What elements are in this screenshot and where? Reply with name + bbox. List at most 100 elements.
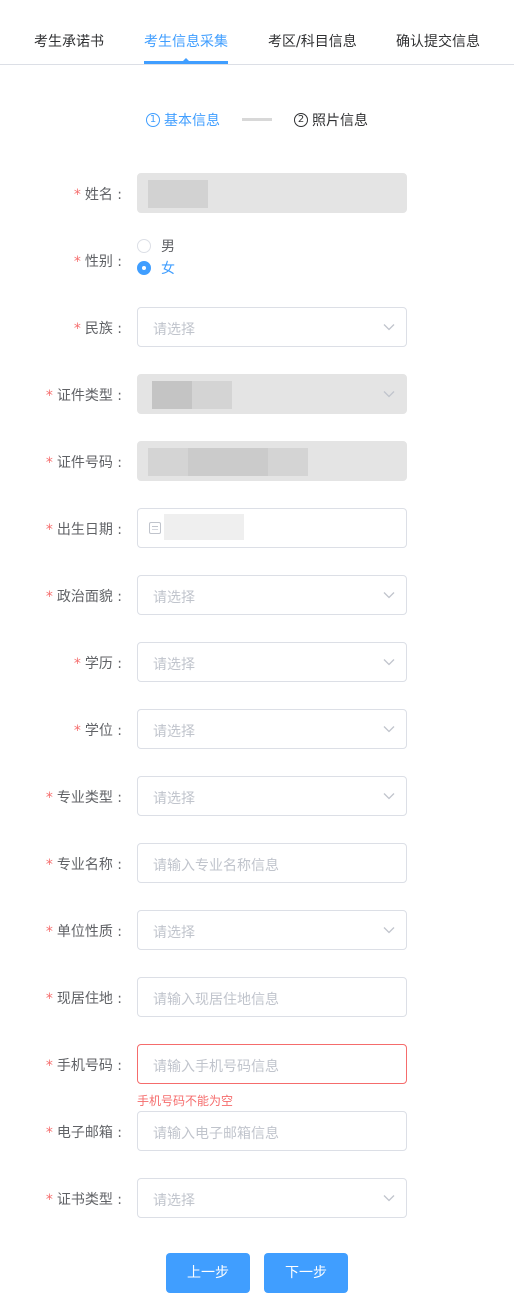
required-mark: * [73,656,81,672]
required-mark: * [45,1058,53,1074]
redacted-value [268,448,308,476]
chevron-down-icon [383,793,395,800]
chevron-down-icon [383,592,395,599]
required-mark: * [45,790,53,806]
redacted-value [152,381,192,409]
caret-up-icon [181,58,191,63]
radio-label: 男 [161,239,175,255]
label-text: 性别 : [84,254,122,270]
political-status-select[interactable]: 请选择 [137,575,407,615]
calendar-icon [149,522,161,534]
required-mark: * [45,991,53,1007]
chevron-down-icon [383,324,395,331]
radio-label: 女 [161,261,175,277]
radio-icon [137,239,151,253]
prev-step-button[interactable]: 上一步 [166,1253,250,1293]
required-mark: * [73,321,81,337]
phone-input[interactable]: 请输入手机号码信息 [137,1044,407,1084]
required-mark: * [45,388,53,404]
required-mark: * [45,924,53,940]
required-mark: * [45,1125,53,1141]
label-text: 政治面貌 : [56,589,122,605]
required-mark: * [73,254,81,270]
label-text: 学历 : [84,656,122,672]
radio-checked-icon [137,261,151,275]
label-text: 专业名称 : [56,857,122,873]
step-number: 1 [146,113,160,127]
tab-pledge[interactable]: 考生承诺书 [34,31,104,51]
address-label: * 现居住地 : [46,988,122,1008]
required-mark: * [45,857,53,873]
label-text: 证书类型 : [56,1192,122,1208]
chevron-down-icon [383,927,395,934]
required-mark: * [73,187,81,203]
label-text: 专业类型 : [56,790,122,806]
next-step-button[interactable]: 下一步 [264,1253,348,1293]
step-connector [242,118,272,121]
education-select[interactable]: 请选择 [137,642,407,682]
degree-select[interactable]: 请选择 [137,709,407,749]
tab-exam-area-subject[interactable]: 考区/科目信息 [268,31,357,51]
employer-type-select[interactable]: 请选择 [137,910,407,950]
name-label: * 姓名 : [74,184,122,204]
placeholder: 请选择 [153,791,195,807]
email-label: * 电子邮箱 : [46,1122,122,1142]
employer-type-label: * 单位性质 : [46,921,122,941]
tab-info-collection[interactable]: 考生信息采集 [144,31,228,51]
phone-error-message: 手机号码不能为空 [137,1094,234,1108]
major-type-select[interactable]: 请选择 [137,776,407,816]
label-text: 单位性质 : [56,924,122,940]
ethnicity-label: * 民族 : [74,318,122,338]
chevron-down-icon [383,1195,395,1202]
gender-radio-female[interactable]: 女 [137,259,175,277]
placeholder: 请选择 [153,657,195,673]
tab-confirm-submit[interactable]: 确认提交信息 [396,31,480,51]
redacted-value [188,448,268,476]
education-label: * 学历 : [74,653,122,673]
email-input[interactable]: 请输入电子邮箱信息 [137,1111,407,1151]
label-text: 姓名 : [84,187,122,203]
label-text: 证件类型 : [56,388,122,404]
certificate-type-label: * 证书类型 : [46,1189,122,1209]
placeholder: 请选择 [153,322,195,338]
step-basic-info: 1 基本信息 [146,110,220,130]
label-text: 证件号码 : [56,455,122,471]
step-number: 2 [294,113,308,127]
required-mark: * [45,1192,53,1208]
gender-label: * 性别 : [74,251,122,271]
major-type-label: * 专业类型 : [46,787,122,807]
placeholder: 请选择 [153,925,195,941]
chevron-down-icon [383,726,395,733]
required-mark: * [45,455,53,471]
name-field [137,173,407,213]
major-name-label: * 专业名称 : [46,854,122,874]
id-type-select [137,374,407,414]
step-photo-info: 2 照片信息 [294,110,368,130]
required-mark: * [73,723,81,739]
label-text: 手机号码 : [56,1058,122,1074]
label-text: 出生日期 : [56,522,122,538]
label-text: 民族 : [84,321,122,337]
placeholder: 请选择 [153,1193,195,1209]
placeholder: 请选择 [153,724,195,740]
major-name-input[interactable]: 请输入专业名称信息 [137,843,407,883]
birth-date-picker[interactable] [137,508,407,548]
label-text: 电子邮箱 : [56,1125,122,1141]
redacted-value [148,180,208,208]
ethnicity-select[interactable]: 请选择 [137,307,407,347]
chevron-down-icon [383,659,395,666]
redacted-value [192,381,232,409]
label-text: 现居住地 : [56,991,122,1007]
id-number-label: * 证件号码 : [46,452,122,472]
gender-radio-male[interactable]: 男 [137,237,175,255]
id-number-field [137,441,407,481]
redacted-value [164,514,244,540]
address-input[interactable]: 请输入现居住地信息 [137,977,407,1017]
placeholder: 请选择 [153,590,195,606]
label-text: 学位 : [84,723,122,739]
phone-label: * 手机号码 : [46,1055,122,1075]
political-status-label: * 政治面貌 : [46,586,122,606]
placeholder: 请输入手机号码信息 [153,1059,279,1075]
chevron-down-icon [383,391,395,398]
certificate-type-select[interactable]: 请选择 [137,1178,407,1218]
